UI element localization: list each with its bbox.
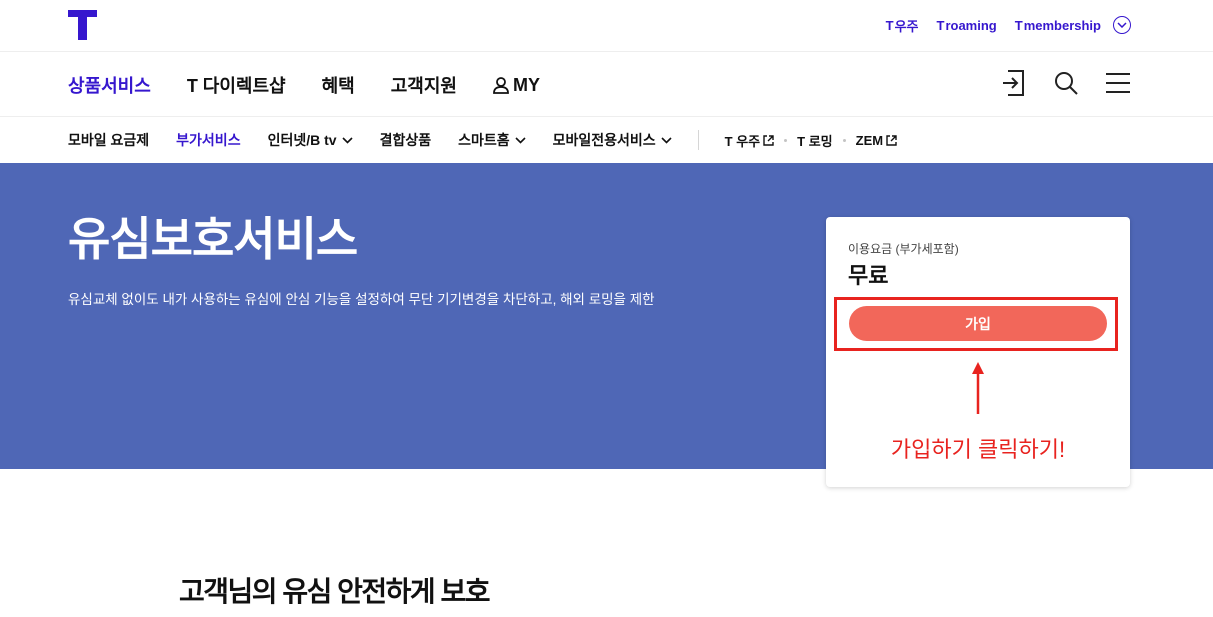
ext-link-label: T 로밍: [797, 133, 833, 149]
person-icon: [493, 76, 509, 94]
chevron-down-icon: [341, 136, 353, 144]
util-link-label: 우주: [894, 19, 919, 34]
ext-link-t-roaming[interactable]: T 로밍: [797, 131, 832, 150]
t-mark: T: [936, 18, 945, 33]
price-card: 이용요금 (부가세포함) 무료 가입 가입하기 클릭하기!: [826, 217, 1130, 487]
gnb-item-direct-shop[interactable]: T 다이렉트샵: [187, 72, 286, 98]
join-button[interactable]: 가입: [849, 306, 1107, 341]
util-link-label: membership: [1023, 18, 1101, 33]
external-link-icon: [763, 134, 774, 146]
page-title: 유심보호서비스: [68, 213, 358, 265]
gnb-item-products[interactable]: 상품서비스: [68, 72, 151, 98]
ext-link-label: T 우주: [724, 133, 761, 149]
chevron-down-icon: [661, 136, 672, 144]
ext-link-t-universe[interactable]: T 우주: [725, 131, 774, 150]
sub-navigation: 모바일 요금제 부가서비스 인터넷/B tv 결합상품 스마트홈 모바일전용서비…: [0, 117, 1213, 163]
t-mark: T: [885, 18, 894, 33]
lnb-item-addon-services[interactable]: 부가서비스: [176, 130, 240, 150]
lnb-item-label: 인터넷/B tv: [267, 132, 337, 148]
ext-link-label: ZEM: [855, 132, 884, 148]
util-link-membership[interactable]: Tmembership: [1015, 18, 1101, 33]
utility-bar: T 우주 Troaming Tmembership: [0, 0, 1213, 52]
fee-value: 무료: [848, 263, 889, 288]
t-mark: T: [1014, 18, 1023, 33]
separator-dot: [784, 138, 788, 142]
hero-description: 유심교체 없이도 내가 사용하는 유심에 안심 기능을 설정하여 무단 기기변경…: [68, 292, 655, 307]
lnb-item-mobile-only[interactable]: 모바일전용서비스: [553, 130, 672, 150]
lnb-divider: [697, 130, 699, 150]
section-title: 고객님의 유심 안전하게 보호: [179, 576, 490, 607]
main-navigation: 상품서비스 T 다이렉트샵 혜택 고객지원 MY: [0, 52, 1213, 117]
lnb-item-label: 모바일전용서비스: [552, 132, 656, 148]
annotation-text: 가입하기 클릭하기!: [890, 437, 1066, 462]
external-link-icon: [886, 134, 897, 146]
gnb-item-my-label: MY: [512, 74, 540, 95]
gnb-item-support[interactable]: 고객지원: [391, 72, 457, 98]
nav-icon-group: [975, 70, 1131, 96]
lnb-item-label: 스마트홈: [458, 132, 510, 148]
utility-links: T 우주 Troaming Tmembership: [868, 16, 1101, 35]
fee-label: 이용요금 (부가세포함): [848, 242, 959, 256]
gnb-menu: 상품서비스 T 다이렉트샵 혜택 고객지원 MY: [68, 72, 576, 98]
util-link-roaming[interactable]: Troaming: [936, 18, 996, 33]
lnb-item-mobile-plans[interactable]: 모바일 요금제: [68, 130, 149, 150]
menu-icon[interactable]: [1105, 70, 1131, 96]
up-arrow-icon: [968, 360, 988, 416]
chevron-down-icon: [515, 136, 526, 144]
util-link-label: roaming: [945, 18, 997, 33]
lnb-item-internet-btv[interactable]: 인터넷/B tv: [268, 130, 353, 150]
gnb-item-my[interactable]: MY: [493, 75, 540, 96]
util-link-universe[interactable]: T 우주: [886, 16, 919, 35]
lnb-item-smart-home[interactable]: 스마트홈: [458, 130, 526, 150]
gnb-item-benefits[interactable]: 혜택: [322, 72, 355, 98]
t-logo-icon[interactable]: [68, 10, 97, 40]
chevron-down-circle-icon[interactable]: [1113, 16, 1131, 34]
lnb-item-bundles[interactable]: 결합상품: [380, 130, 432, 150]
ext-link-zem[interactable]: ZEM: [856, 133, 897, 148]
login-icon[interactable]: [1001, 70, 1027, 96]
separator-dot: [842, 138, 846, 142]
search-icon[interactable]: [1053, 70, 1079, 96]
lnb-menu: 모바일 요금제 부가서비스 인터넷/B tv 결합상품 스마트홈 모바일전용서비…: [68, 130, 897, 150]
